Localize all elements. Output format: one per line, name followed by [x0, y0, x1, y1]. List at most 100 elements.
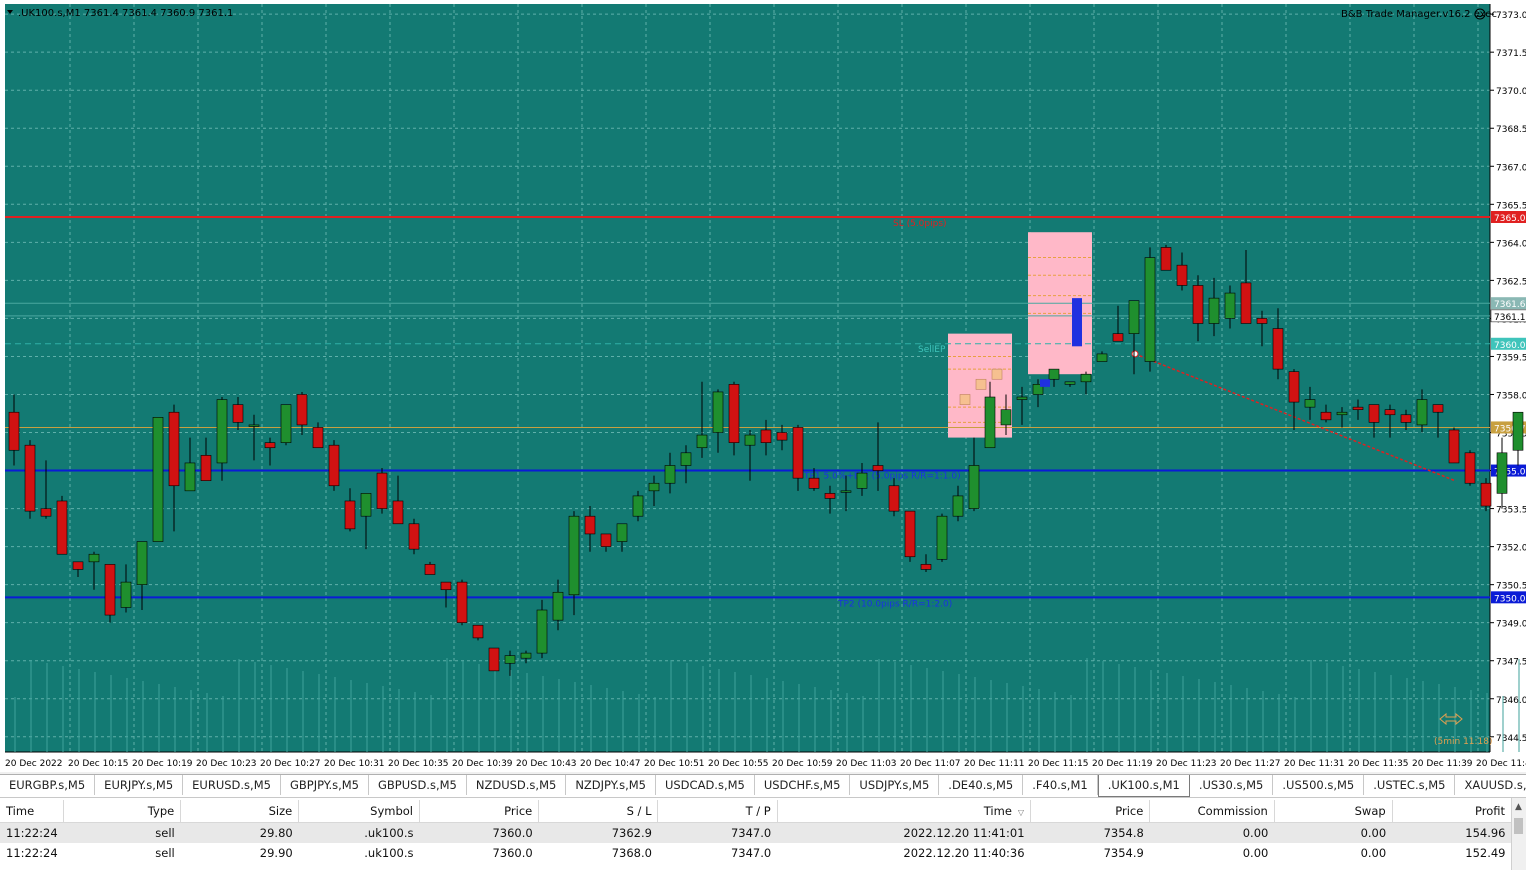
bear-candle: [1320, 411, 1332, 421]
table-cell: 7360.0: [492, 846, 533, 860]
table-cell: 7362.9: [538, 822, 658, 843]
price-axis-label: 7364.0: [1496, 239, 1526, 249]
bear-candle: [72, 561, 84, 570]
bull-candle: [744, 434, 756, 446]
time-axis-label: 20 Dec 10:15: [68, 759, 129, 769]
bear-candle: [424, 564, 436, 575]
symbol-tab[interactable]: EURGBP.s,M5: [0, 775, 96, 795]
table-cell: 7368.0: [611, 846, 652, 860]
table-cell: 0.00: [1242, 846, 1269, 860]
scroll-up-arrow-icon[interactable]: ▲: [1515, 802, 1522, 812]
time-axis-label: 20 Dec 10:23: [196, 759, 257, 769]
price-axis-label: 7352.0: [1496, 544, 1526, 554]
column-header[interactable]: T / P: [657, 800, 778, 823]
column-header[interactable]: S / L: [538, 800, 659, 823]
time-axis-label: 20 Dec 10:27: [260, 759, 321, 769]
candle-timer-label: (5min 11:18): [1434, 737, 1493, 747]
symbol-tab[interactable]: .DE40.s,M5: [939, 775, 1024, 795]
table-cell: 152.49: [1465, 846, 1506, 860]
column-header[interactable]: Time: [0, 800, 65, 823]
column-header-label: Commission: [1197, 804, 1268, 818]
bull-candle: [360, 493, 372, 517]
bull-candle: [184, 462, 196, 492]
bear-candle: [760, 429, 772, 443]
symbol-tab[interactable]: XAUUSD.s,: [1455, 775, 1526, 795]
table-cell: 7347.0: [730, 846, 772, 860]
symbol-tab[interactable]: .US500.s,M5: [1273, 775, 1365, 795]
symbol-tab[interactable]: GBPJPY.s,M5: [281, 775, 369, 795]
symbol-tab[interactable]: .USTEC.s,M5: [1364, 775, 1456, 795]
bull-candle: [664, 465, 676, 484]
bull-candle: [520, 652, 532, 659]
table-cell: 29.80: [180, 822, 299, 843]
column-header[interactable]: Time ▽: [777, 800, 1032, 823]
bull-candle: [568, 515, 580, 596]
column-header[interactable]: Commission: [1149, 800, 1275, 823]
vertical-scrollbar[interactable]: ▲: [1511, 798, 1526, 870]
symbol-tab[interactable]: EURUSD.s,M5: [183, 775, 281, 795]
symbol-tab[interactable]: USDCHF.s,M5: [755, 775, 851, 795]
column-header[interactable]: Type: [63, 800, 182, 823]
bull-candle: [1304, 399, 1316, 408]
table-cell: .uk100.s: [364, 846, 414, 860]
tp2-price-tag: 7350.0: [1494, 594, 1526, 604]
column-header[interactable]: Profit: [1392, 800, 1513, 823]
symbol-tab[interactable]: USDCAD.s,M5: [656, 775, 755, 795]
scrollbar-thumb[interactable]: [1514, 818, 1523, 834]
column-header[interactable]: Size: [180, 800, 300, 823]
time-axis-label: 20 Dec 10:39: [452, 759, 513, 769]
bear-candle: [1464, 452, 1476, 484]
symbol-tab[interactable]: NZDUSD.s,M5: [467, 775, 567, 795]
sort-indicator-icon: ▽: [1017, 808, 1025, 817]
bear-candle: [296, 394, 308, 426]
symbol-tab[interactable]: .F40.s,M1: [1023, 775, 1098, 795]
bear-candle: [1368, 404, 1380, 423]
chart-background[interactable]: [5, 4, 1490, 752]
symbol-tab[interactable]: .UK100.s,M1: [1097, 775, 1190, 797]
bull-candle: [88, 553, 100, 563]
bear-candle: [792, 427, 804, 479]
symbol-tab[interactable]: NZDJPY.s,M5: [566, 775, 656, 795]
trade-open-marker[interactable]: [1131, 350, 1139, 358]
symbol-tab[interactable]: GBPUSD.s,M5: [369, 775, 467, 795]
table-row[interactable]: 11:22:24 sell 29.90 .uk100.s 7360.0 7368.0 734…: [0, 843, 1512, 863]
bear-candle: [1432, 404, 1444, 413]
table-cell: 29.90: [259, 846, 293, 860]
price-axis-label: 7362.5: [1496, 277, 1526, 287]
column-header-label: Size: [268, 804, 293, 818]
bull-candle: [280, 404, 292, 443]
bear-candle: [872, 465, 884, 471]
time-axis-label: 20 Dec 10:47: [580, 759, 641, 769]
column-header[interactable]: Symbol: [298, 800, 420, 823]
table-cell: 2022.12.20 11:40:36: [903, 846, 1025, 860]
symbol-tab[interactable]: USDJPY.s,M5: [850, 775, 940, 795]
bull-candle: [1512, 411, 1524, 451]
table-cell: 7354.9: [1103, 846, 1144, 860]
chart-canvas[interactable]: 7373.0 7371.5 7370.0 7368.5 7367.0 7365.5 7364…: [0, 0, 1526, 772]
symbol-tab[interactable]: .US30.s,M5: [1190, 775, 1274, 795]
symbol-tab[interactable]: EURJPY.s,M5: [95, 775, 184, 795]
bear-candle: [232, 404, 244, 423]
time-axis-label: 20 Dec 10:51: [644, 759, 705, 769]
price-axis-label: 7344.5: [1496, 734, 1526, 744]
column-header[interactable]: Swap: [1274, 800, 1393, 823]
column-header[interactable]: Price: [1030, 800, 1151, 823]
bull-candle: [1064, 381, 1076, 385]
table-cell: 7347.0: [657, 822, 778, 843]
bull-candle: [1416, 399, 1428, 426]
bear-candle: [488, 647, 500, 672]
bear-candle: [328, 444, 340, 487]
trades-body: 11:22:24 sell 29.80 .uk100.s 7360.0 7362.9 734…: [0, 822, 1512, 864]
bear-candle: [472, 624, 484, 639]
table-cell: 0.00: [1360, 846, 1387, 860]
bear-candle: [824, 493, 836, 499]
table-row[interactable]: 11:22:24 sell 29.80 .uk100.s 7360.0 7362.9 734…: [0, 822, 1512, 843]
column-header[interactable]: Price: [419, 800, 540, 823]
price-chart[interactable]: 7373.0 7371.5 7370.0 7368.5 7367.0 7365.5 7364…: [0, 0, 1526, 772]
bear-candle: [1256, 318, 1268, 324]
bear-candle: [376, 472, 388, 509]
price-axis-label: 7365.5: [1496, 201, 1526, 211]
price-axis-label: 7368.5: [1496, 125, 1526, 135]
bid-price-tag: 7361.1: [1494, 313, 1526, 323]
bull-candle: [1224, 292, 1236, 319]
